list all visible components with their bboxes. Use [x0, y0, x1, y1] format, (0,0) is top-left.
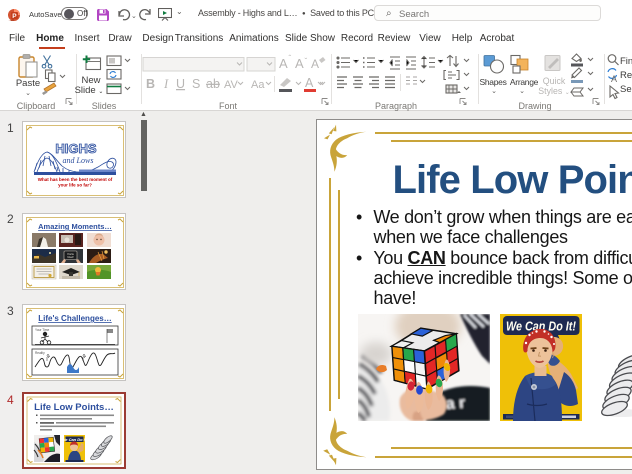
svg-text:S: S: [192, 77, 200, 91]
svg-text:A: A: [305, 76, 314, 90]
svg-text:What has been the best moment: What has been the best moment of: [38, 177, 113, 182]
svg-text:Aa: Aa: [251, 79, 265, 91]
svg-text:hired!: hired!: [67, 256, 74, 259]
svg-text:ab: ab: [206, 77, 220, 91]
svg-text:U: U: [176, 77, 185, 91]
svg-text:Life's Challenges…: Life's Challenges…: [38, 314, 111, 323]
svg-text:and Lows: and Lows: [63, 156, 94, 165]
svg-text:ˆ: ˆ: [289, 54, 292, 63]
svg-text:Amazing Moments…: Amazing Moments…: [38, 222, 112, 231]
svg-text:a r: a r: [445, 395, 466, 413]
svg-text:A: A: [611, 74, 617, 84]
svg-text:Life Low Points…: Life Low Points…: [34, 402, 114, 413]
svg-text:Reality: Reality: [35, 351, 45, 355]
svg-text:I: I: [163, 77, 169, 91]
svg-text:HIGHS: HIGHS: [55, 141, 97, 156]
svg-text:Your Time: Your Time: [35, 328, 49, 332]
svg-text:B: B: [146, 77, 155, 91]
svg-text:We Can Do It!: We Can Do It!: [62, 437, 89, 442]
svg-text:ˇ: ˇ: [305, 57, 308, 66]
svg-text:A: A: [279, 56, 288, 71]
svg-text:A: A: [311, 57, 319, 71]
svg-text:AV: AV: [224, 79, 239, 91]
svg-text:your life so far?: your life so far?: [58, 183, 92, 188]
svg-text:P: P: [12, 13, 17, 20]
svg-text:A: A: [295, 56, 304, 71]
